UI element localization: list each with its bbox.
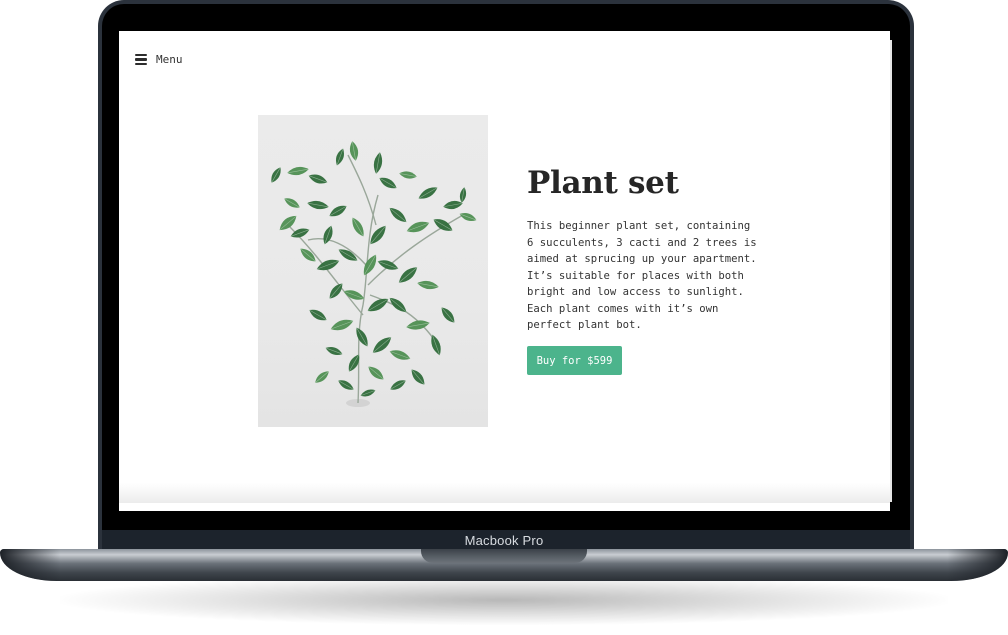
laptop-notch (421, 549, 587, 563)
menu-label: Menu (156, 53, 183, 66)
laptop-brand-label: Macbook Pro (464, 533, 544, 548)
screen-edge-right (890, 40, 892, 502)
plant-icon (271, 141, 477, 407)
product-title: Plant set (527, 165, 679, 201)
menu-button[interactable]: Menu (135, 53, 183, 66)
laptop-shadow (60, 575, 948, 625)
laptop-screen: Menu Plant set This beginner plant set, … (119, 31, 890, 511)
hamburger-icon (135, 54, 147, 65)
screen-bottom-fade (119, 483, 890, 503)
buy-button[interactable]: Buy for $599 (527, 346, 622, 375)
product-image (258, 115, 488, 427)
product-description: This beginner plant set, containing 6 su… (527, 220, 757, 331)
